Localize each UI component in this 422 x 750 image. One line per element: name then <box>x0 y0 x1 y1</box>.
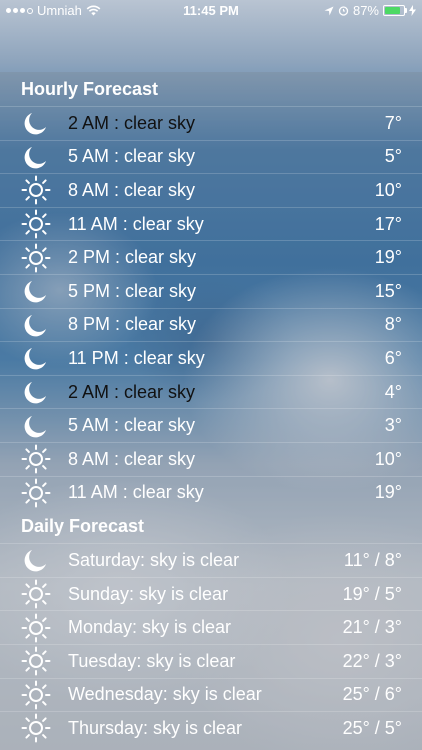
hourly-forecast-row[interactable]: 8 AM : clear sky 10° <box>0 173 422 207</box>
hourly-forecast-row[interactable]: 11 AM : clear sky 17° <box>0 206 422 241</box>
forecast-temperature: 25° / 6° <box>342 684 402 705</box>
forecast-temperature: 17° <box>374 213 402 234</box>
forecast-label: 11 AM : clear sky <box>68 482 204 503</box>
forecast-label: Wednesday: sky is clear <box>68 684 262 705</box>
status-right: 87% <box>324 3 416 18</box>
forecast-label: Thursday: sky is clear <box>68 717 243 738</box>
daily-forecast-row[interactable]: Monday: sky is clear 21° / 3° <box>0 610 422 644</box>
forecast-label: 2 AM : clear sky <box>68 381 196 402</box>
forecast-temperature: 21° / 3° <box>342 617 402 638</box>
forecast-label: Tuesday: sky is clear <box>68 650 236 671</box>
sun-icon <box>21 613 51 643</box>
moon-icon <box>21 343 51 373</box>
forecast-temperature: 22° / 3° <box>342 650 402 671</box>
moon-icon <box>21 377 51 407</box>
sun-icon <box>21 444 51 474</box>
forecast-label: 11 AM : clear sky <box>68 213 204 234</box>
forecast-label: 5 AM : clear sky <box>68 415 196 436</box>
forecast-temperature: 11° / 8° <box>343 549 402 570</box>
daily-forecast-title: Daily Forecast <box>21 516 145 537</box>
forecast-label: 8 AM : clear sky <box>68 448 196 469</box>
forecast-label: Sunday: sky is clear <box>68 583 229 604</box>
hourly-forecast-row[interactable]: 8 AM : clear sky 10° <box>0 441 422 476</box>
hourly-forecast-row[interactable]: 2 PM : clear sky 19° <box>0 240 422 274</box>
forecast-temperature: 3° <box>384 415 402 436</box>
forecast-panel[interactable]: Hourly Forecast 2 AM : clear sky 7° 5 AM :… <box>0 72 422 750</box>
hourly-forecast-row[interactable]: 8 PM : clear sky 8° <box>0 307 422 342</box>
forecast-temperature: 19° / 5° <box>342 583 402 604</box>
sun-icon <box>21 209 51 239</box>
daily-forecast-list[interactable]: Saturday: sky is clear 11° / 8° Sunday: sk… <box>0 543 422 745</box>
forecast-label: Saturday: sky is clear <box>68 549 240 570</box>
forecast-label: 11 PM : clear sky <box>68 347 205 368</box>
moon-icon <box>21 411 51 441</box>
forecast-temperature: 4° <box>384 381 402 402</box>
forecast-temperature: 10° <box>374 179 402 200</box>
forecast-label: 2 AM : clear sky <box>68 112 196 133</box>
hourly-forecast-row[interactable]: 2 AM : clear sky 4° <box>0 374 422 409</box>
hourly-forecast-list[interactable]: 2 AM : clear sky 7° 5 AM : clear sky 5° 8 AM… <box>0 106 422 509</box>
forecast-temperature: 5° <box>384 146 402 167</box>
alarm-icon <box>338 6 349 16</box>
forecast-temperature: 25° / 5° <box>342 717 402 738</box>
moon-icon <box>21 545 51 575</box>
daily-forecast-row[interactable]: Thursday: sky is clear 25° / 5° <box>0 711 422 745</box>
daily-forecast-row[interactable]: Saturday: sky is clear 11° / 8° <box>0 543 422 577</box>
hourly-forecast-row[interactable]: 11 PM : clear sky 6° <box>0 341 422 375</box>
sun-icon <box>21 243 51 273</box>
location-arrow-icon <box>324 6 334 15</box>
sun-icon <box>21 713 51 743</box>
sun-icon <box>21 680 51 710</box>
daily-forecast-row[interactable]: Wednesday: sky is clear 25° / 6° <box>0 677 422 712</box>
moon-icon <box>21 142 51 172</box>
forecast-temperature: 6° <box>384 347 402 368</box>
forecast-temperature: 19° <box>374 482 402 503</box>
forecast-temperature: 8° <box>384 314 402 335</box>
daily-forecast-row[interactable]: Sunday: sky is clear 19° / 5° <box>0 576 422 611</box>
hourly-forecast-row[interactable]: 5 PM : clear sky 15° <box>0 273 422 308</box>
forecast-temperature: 10° <box>374 448 402 469</box>
hourly-forecast-row[interactable]: 2 AM : clear sky 7° <box>0 106 422 140</box>
forecast-label: 5 AM : clear sky <box>68 146 196 167</box>
sun-icon <box>21 478 51 508</box>
battery-icon <box>383 5 407 16</box>
hourly-forecast-title: Hourly Forecast <box>21 79 159 99</box>
forecast-label: Monday: sky is clear <box>68 617 232 638</box>
sun-icon <box>21 646 51 676</box>
moon-icon <box>21 310 51 340</box>
moon-icon <box>21 108 51 138</box>
battery-percent: 87% <box>352 3 379 18</box>
forecast-temperature: 7° <box>384 112 402 133</box>
hourly-forecast-row[interactable]: 5 AM : clear sky 3° <box>0 408 422 442</box>
status-bar: Umniah 11:45 PM 87% <box>0 0 422 22</box>
forecast-label: 2 PM : clear sky <box>68 247 197 268</box>
charging-bolt-icon <box>409 5 416 16</box>
forecast-label: 5 PM : clear sky <box>68 280 197 301</box>
moon-icon <box>21 276 51 306</box>
forecast-temperature: 19° <box>374 247 402 268</box>
sun-icon <box>21 579 51 609</box>
daily-forecast-row[interactable]: Tuesday: sky is clear 22° / 3° <box>0 643 422 678</box>
sun-icon <box>21 175 51 205</box>
forecast-temperature: 15° <box>374 280 402 301</box>
forecast-label: 8 PM : clear sky <box>68 314 197 335</box>
hourly-forecast-row[interactable]: 11 AM : clear sky 19° <box>0 475 422 510</box>
forecast-label: 8 AM : clear sky <box>68 179 196 200</box>
hourly-forecast-row[interactable]: 5 AM : clear sky 5° <box>0 139 422 174</box>
